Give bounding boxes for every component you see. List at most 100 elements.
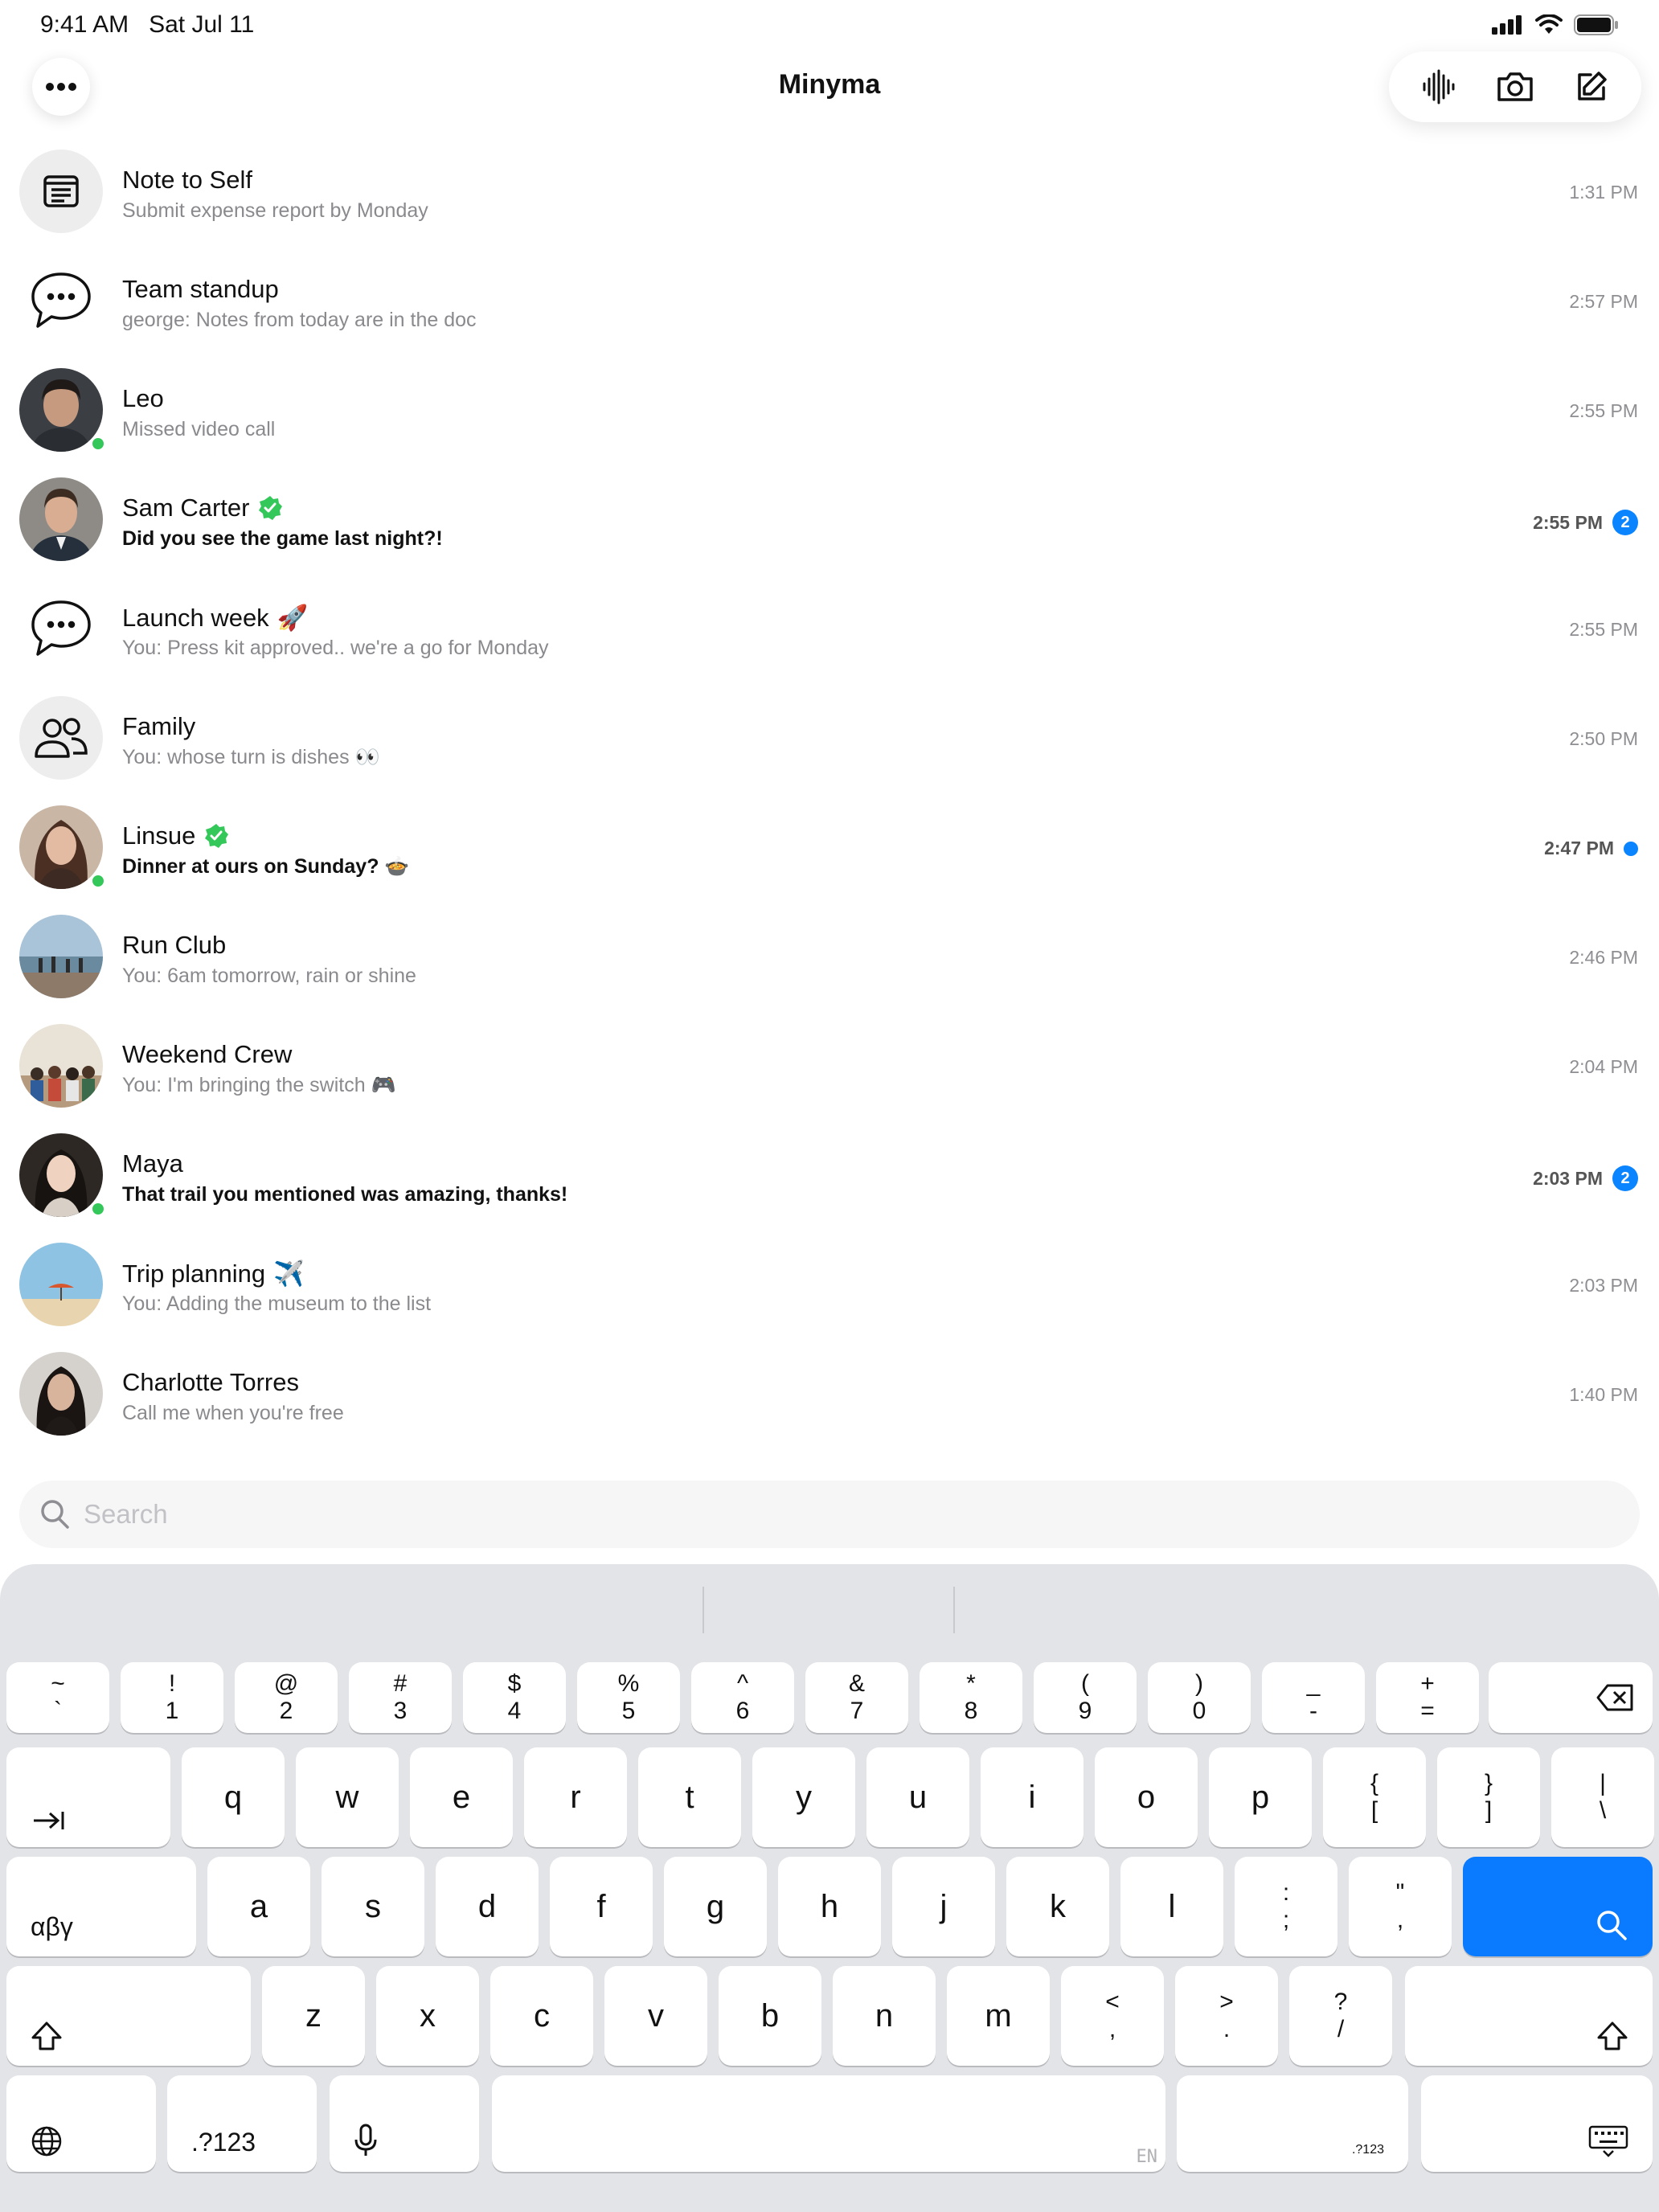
key-i[interactable]: i xyxy=(981,1747,1083,1847)
key-n[interactable]: n xyxy=(833,1966,936,2066)
globe-key[interactable] xyxy=(6,2075,156,2172)
key-k[interactable]: k xyxy=(1006,1857,1109,1956)
status-bar: 9:41 AM Sat Jul 11 xyxy=(0,0,1659,51)
wifi-icon xyxy=(1535,14,1563,34)
key-b[interactable]: b xyxy=(719,1966,821,2066)
shift-right-key[interactable] xyxy=(1405,1966,1653,2066)
key-d[interactable]: d xyxy=(436,1857,539,1956)
key-g[interactable]: g xyxy=(664,1857,767,1956)
chat-time: 2:55 PM 2 xyxy=(1533,510,1638,535)
key-symbol-1[interactable]: ", xyxy=(1349,1857,1452,1956)
chat-name: Run Club xyxy=(122,931,227,959)
key-v[interactable]: v xyxy=(604,1966,707,2066)
key-][interactable]: }] xyxy=(1437,1747,1540,1847)
chat-row[interactable]: Weekend Crew You: I'm bringing the switc… xyxy=(0,1013,1659,1122)
key-f[interactable]: f xyxy=(550,1857,653,1956)
key-u[interactable]: u xyxy=(866,1747,969,1847)
numbers-key-left[interactable]: .?123 xyxy=(167,2075,317,2172)
tab-key[interactable] xyxy=(6,1747,170,1847)
chat-name: Note to Self xyxy=(122,166,252,194)
dismiss-keyboard-key[interactable] xyxy=(1421,2075,1653,2172)
chat-row[interactable]: Run Club You: 6am tomorrow, rain or shin… xyxy=(0,903,1659,1013)
key-z[interactable]: z xyxy=(262,1966,365,2066)
key-0[interactable]: ) 0 xyxy=(1148,1662,1251,1733)
key-symbol-z1[interactable]: >. xyxy=(1175,1966,1278,2066)
shift-left-key[interactable] xyxy=(6,1966,251,2066)
key-x[interactable]: x xyxy=(376,1966,479,2066)
chat-time: 2:55 PM xyxy=(1569,400,1638,421)
key-8[interactable]: * 8 xyxy=(920,1662,1022,1733)
key-symbol-z0[interactable]: <, xyxy=(1061,1966,1164,2066)
alphabet-switch-key[interactable]: αβγ xyxy=(6,1857,196,1956)
language-indicator: EN xyxy=(1136,2147,1158,2167)
key-symbol-0[interactable]: :; xyxy=(1235,1857,1337,1956)
key-y[interactable]: y xyxy=(752,1747,855,1847)
numbers-key-right[interactable]: .?123 xyxy=(1177,2075,1408,2172)
key-a[interactable]: a xyxy=(207,1857,310,1956)
chat-time: 2:50 PM xyxy=(1569,728,1638,749)
chat-row[interactable]: Leo Missed video call 2:55 PM xyxy=(0,357,1659,466)
search-bar xyxy=(19,1481,1640,1548)
chat-row[interactable]: Family You: whose turn is dishes 👀 2:50 … xyxy=(0,685,1659,794)
airplane-emoji: ✈️ xyxy=(273,1260,305,1288)
camera-icon xyxy=(1497,72,1533,101)
key-1[interactable]: ! 1 xyxy=(121,1662,223,1733)
space-key[interactable]: EN xyxy=(492,2075,1165,2172)
chat-time: 1:31 PM xyxy=(1569,182,1638,203)
chat-time: 1:40 PM xyxy=(1569,1384,1638,1405)
backspace-key[interactable] xyxy=(1489,1662,1653,1733)
online-indicator xyxy=(90,1201,106,1217)
chat-preview: You: Adding the museum to the list xyxy=(122,1292,432,1315)
key-2[interactable]: @2 xyxy=(235,1662,338,1733)
chat-row[interactable]: Sam Carter Did you see the game last nig… xyxy=(0,466,1659,576)
key-l[interactable]: l xyxy=(1120,1857,1223,1956)
key-symbol-z2[interactable]: ? / xyxy=(1289,1966,1392,2066)
key-6[interactable]: ^ 6 xyxy=(691,1662,794,1733)
key-p[interactable]: p xyxy=(1209,1747,1312,1847)
status-icons xyxy=(1492,14,1619,35)
voice-button[interactable] xyxy=(1407,55,1471,119)
key-o[interactable]: o xyxy=(1095,1747,1198,1847)
key-s[interactable]: s xyxy=(322,1857,424,1956)
chat-row[interactable]: Linsue Dinner at ours on Sunday? 🍲 2:47 … xyxy=(0,794,1659,903)
key-\[interactable]: | \ xyxy=(1551,1747,1654,1847)
key--[interactable]: _ - xyxy=(1262,1662,1365,1733)
chat-row[interactable]: Charlotte Torres Call me when you're fre… xyxy=(0,1341,1659,1450)
chat-row[interactable]: Team standup george: Notes from today ar… xyxy=(0,248,1659,357)
chat-row[interactable]: Launch week 🚀 You: Press kit approved.. w… xyxy=(0,576,1659,685)
avatar xyxy=(19,1024,103,1108)
key-w[interactable]: w xyxy=(296,1747,399,1847)
key-7[interactable]: & 7 xyxy=(805,1662,908,1733)
chat-row[interactable]: Trip planning ✈️ You: Adding the museum t… xyxy=(0,1231,1659,1341)
key-`[interactable]: ~ ` xyxy=(6,1662,109,1733)
key-9[interactable]: (9 xyxy=(1034,1662,1137,1733)
chat-preview: Call me when you're free xyxy=(122,1402,344,1424)
dictation-key[interactable] xyxy=(330,2075,479,2172)
key-j[interactable]: j xyxy=(892,1857,995,1956)
chat-row[interactable]: Maya That trail you mentioned was amazin… xyxy=(0,1122,1659,1231)
key-=[interactable]: + = xyxy=(1376,1662,1479,1733)
key-t[interactable]: t xyxy=(638,1747,741,1847)
key-3[interactable]: #3 xyxy=(349,1662,452,1733)
key-4[interactable]: $4 xyxy=(463,1662,566,1733)
shift-icon xyxy=(1597,2022,1628,2050)
key-m[interactable]: m xyxy=(947,1966,1050,2066)
key-q[interactable]: q xyxy=(182,1747,285,1847)
chat-preview: You: Press kit approved.. we're a go for… xyxy=(122,637,549,659)
search-key[interactable] xyxy=(1463,1857,1653,1956)
key-5[interactable]: % 5 xyxy=(577,1662,680,1733)
compose-button[interactable] xyxy=(1559,55,1624,119)
key-r[interactable]: r xyxy=(524,1747,627,1847)
key-c[interactable]: c xyxy=(490,1966,593,2066)
key-e[interactable]: e xyxy=(410,1747,513,1847)
camera-button[interactable] xyxy=(1483,55,1547,119)
chat-preview: That trail you mentioned was amazing, th… xyxy=(122,1183,568,1206)
chat-row[interactable]: Note to Self Submit expense report by Mo… xyxy=(0,138,1659,248)
group-icon xyxy=(35,718,88,758)
avatar-photo xyxy=(19,915,103,998)
search-input[interactable] xyxy=(84,1481,1530,1548)
chat-name: Linsue xyxy=(122,821,229,850)
key-[[interactable]: {[ xyxy=(1323,1747,1426,1847)
key-h[interactable]: h xyxy=(778,1857,881,1956)
shift-icon xyxy=(31,2022,62,2050)
